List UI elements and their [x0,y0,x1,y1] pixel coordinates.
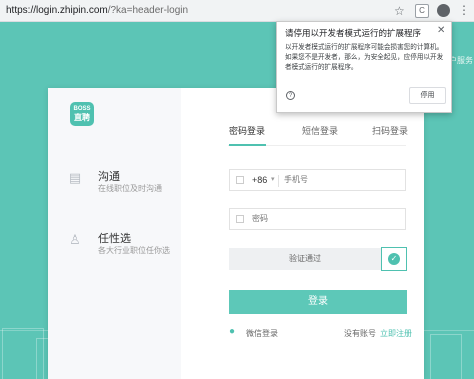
feature-subtitle: 各大行业职位任你选 [98,246,170,255]
logo-line2: 直聘 [74,113,90,122]
url-path: /?ka=header-login [107,5,189,16]
tab-qr-login[interactable]: 扫码登录 [372,124,408,137]
popup-body: 以开发者模式运行的扩展程序可能会损害您的计算机。 如果您不是开发者，那么，为安全… [285,43,447,73]
wechat-login-label: 微信登录 [246,329,278,338]
address-bar[interactable]: https://login.zhipin.com/?ka=header-logi… [6,5,188,16]
card-feature-panel: BOSS 直聘 ▤ 沟通 在线职位及时沟通 ♙ 任性选 各大行业职位任你选 [48,88,181,379]
popup-body-line: 以开发者模式运行的扩展程序可能会损害您的计算机。 [285,44,444,51]
feature-title: 沟通 [98,171,120,183]
extension-icon[interactable]: C [415,4,429,18]
popup-body-line: 如果您不是开发者，那么，为安全起见，应停用以开发 [285,54,444,61]
menu-kebab-icon[interactable]: ⋮ [458,3,470,17]
help-icon[interactable]: ? [286,91,295,100]
disable-button[interactable]: 停用 [409,87,446,104]
field-separator [278,175,279,187]
chat-doc-icon: ▤ [68,170,82,185]
phone-input[interactable] [284,175,399,184]
wechat-icon: ● [229,326,236,337]
close-icon[interactable]: ✕ [437,25,445,36]
captcha-verify-button[interactable]: ✓ [381,247,407,271]
tab-password-login[interactable]: 密码登录 [229,124,265,137]
logo-line1: BOSS [73,106,91,112]
boss-logo: BOSS 直聘 [70,102,94,126]
profile-avatar-icon[interactable] [437,4,450,17]
popup-body-line: 者模式运行的扩展程序。 [285,64,358,71]
country-code-select[interactable]: +86 [252,175,267,185]
dev-mode-extension-popup: 请停用以开发者模式运行的扩展程序 ✕ 以开发者模式运行的扩展程序可能会损害您的计… [276,21,452,113]
check-icon: ✓ [388,253,400,265]
tie-icon: ♙ [69,232,81,247]
no-account-text: 没有账号 [344,329,376,338]
phone-field-icon [236,176,244,184]
feature-title: 任性选 [98,233,131,245]
login-card: BOSS 直聘 ▤ 沟通 在线职位及时沟通 ♙ 任性选 各大行业职位任你选 密码… [48,88,424,379]
tab-sms-login[interactable]: 短信登录 [302,124,338,137]
watermark: https://blog.csdn.net/m0_45801 [300,364,412,373]
login-button[interactable]: 登录 [229,290,407,314]
browser-toolbar: https://login.zhipin.com/?ka=header-logi… [0,0,474,22]
captcha-verify-bar[interactable]: 验证通过 [229,248,381,270]
lock-icon [236,215,244,223]
bookmark-star-icon[interactable]: ☆ [394,4,405,18]
background-service-link[interactable]: 户服务 [449,55,473,66]
active-tab-indicator [229,144,266,146]
url-host: https://login.zhipin.com [6,5,108,16]
password-field [229,208,406,230]
password-input[interactable] [252,214,402,223]
background-building [430,334,462,379]
popup-title: 请停用以开发者模式运行的扩展程序 [285,28,422,38]
chevron-down-icon[interactable]: ▾ [271,175,275,183]
register-link[interactable]: 立即注册 [380,328,412,339]
feature-subtitle: 在线职位及时沟通 [98,184,162,193]
phone-field: +86 ▾ [229,169,406,191]
